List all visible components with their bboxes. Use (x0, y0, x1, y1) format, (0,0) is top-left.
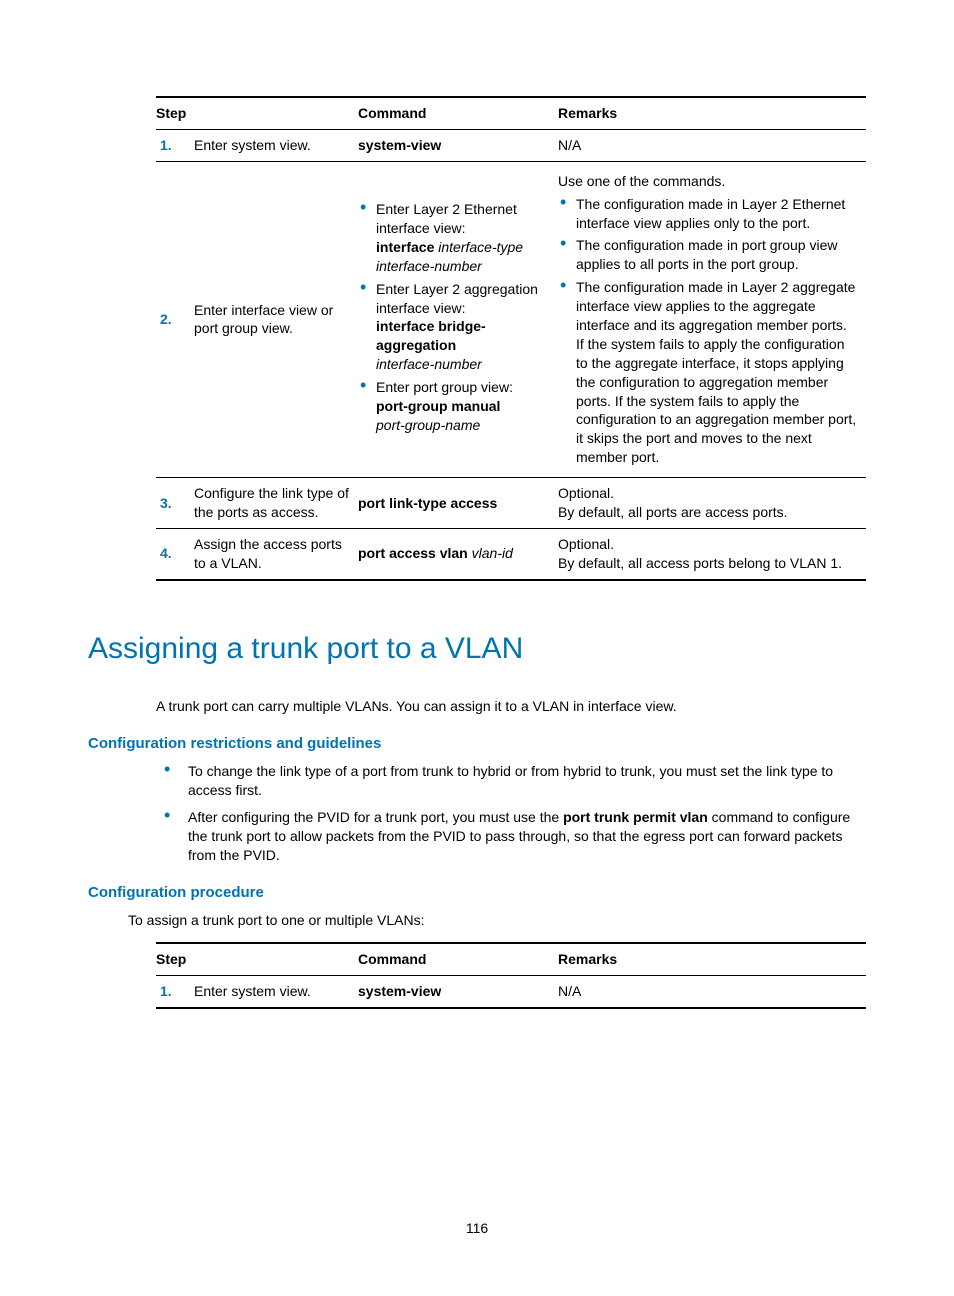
col-remarks: Remarks (558, 943, 866, 975)
col-command: Command (358, 97, 558, 129)
step-text: Assign the access ports to a VLAN. (194, 528, 358, 579)
remarks-cell: Use one of the commands. The configurati… (558, 161, 866, 477)
col-command: Command (358, 943, 558, 975)
list-item: Enter Layer 2 aggregation interface view… (358, 280, 550, 374)
list-item: The configuration made in port group vie… (558, 236, 858, 274)
step-number: 2. (156, 161, 194, 477)
command-text: port link-type access (358, 478, 558, 529)
subheading-procedure: Configuration procedure (88, 883, 866, 903)
list-item: After configuring the PVID for a trunk p… (160, 808, 866, 865)
table-row: 2. Enter interface view or port group vi… (156, 161, 866, 477)
table-row: 1. Enter system view. system-view N/A (156, 129, 866, 161)
table-row: 4. Assign the access ports to a VLAN. po… (156, 528, 866, 579)
remarks-cell: Optional. By default, all ports are acce… (558, 478, 866, 529)
procedure-intro: To assign a trunk port to one or multipl… (128, 911, 866, 930)
list-item: To change the link type of a port from t… (160, 762, 866, 800)
list-item: Enter port group view: port-group manual… (358, 378, 550, 435)
step-number: 1. (156, 975, 194, 1007)
col-step: Step (156, 943, 358, 975)
remarks-text: N/A (558, 975, 866, 1007)
col-remarks: Remarks (558, 97, 866, 129)
list-item: The configuration made in Layer 2 Ethern… (558, 195, 858, 233)
step-text: Enter system view. (194, 129, 358, 161)
section-heading: Assigning a trunk port to a VLAN (88, 629, 866, 670)
step-text: Configure the link type of the ports as … (194, 478, 358, 529)
list-item: Enter Layer 2 Ethernet interface view: i… (358, 200, 550, 276)
table-row: 1. Enter system view. system-view N/A (156, 975, 866, 1007)
subheading-restrictions: Configuration restrictions and guideline… (88, 734, 866, 754)
page-number: 116 (88, 1219, 866, 1238)
command-text: port access vlan vlan-id (358, 528, 558, 579)
step-number: 4. (156, 528, 194, 579)
step-number: 1. (156, 129, 194, 161)
table-row: 3. Configure the link type of the ports … (156, 478, 866, 529)
step-text: Enter system view. (194, 975, 358, 1007)
command-text: system-view (358, 975, 558, 1007)
step-text: Enter interface view or port group view. (194, 161, 358, 477)
list-item: The configuration made in Layer 2 aggreg… (558, 278, 858, 467)
body-paragraph: A trunk port can carry multiple VLANs. Y… (156, 697, 866, 716)
remarks-text: N/A (558, 129, 866, 161)
config-table-2: Step Command Remarks 1. Enter system vie… (156, 942, 866, 1009)
remarks-cell: Optional. By default, all access ports b… (558, 528, 866, 579)
command-cell: Enter Layer 2 Ethernet interface view: i… (358, 161, 558, 477)
step-number: 3. (156, 478, 194, 529)
config-table-1: Step Command Remarks 1. Enter system vie… (156, 96, 866, 581)
guidelines-list: To change the link type of a port from t… (160, 762, 866, 864)
command-text: system-view (358, 129, 558, 161)
col-step: Step (156, 97, 358, 129)
